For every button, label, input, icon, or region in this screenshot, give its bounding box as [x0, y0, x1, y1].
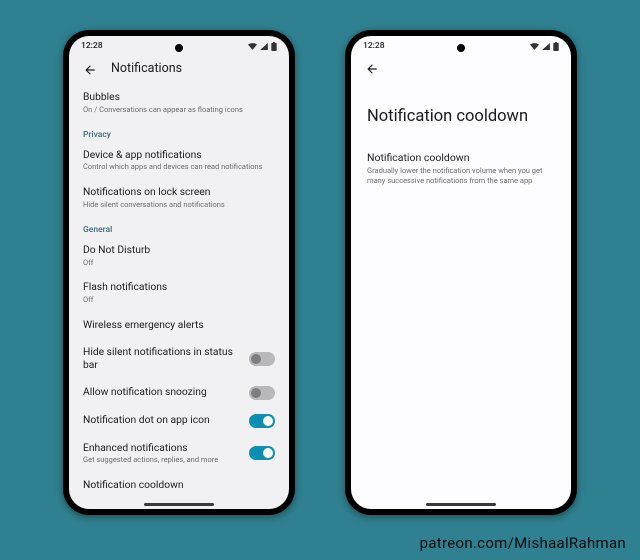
- setting-row[interactable]: Hide silent notifications in status bar: [83, 339, 275, 379]
- row-subtitle: Control which apps and devices can read …: [83, 162, 267, 172]
- setting-row[interactable]: Notification dot on app icon: [83, 407, 275, 435]
- setting-row[interactable]: Do Not DisturbOff: [83, 237, 275, 275]
- large-page-title: Notification cooldown: [351, 83, 571, 144]
- status-time: 12:28: [363, 41, 385, 51]
- toggle-switch[interactable]: [249, 352, 275, 366]
- setting-row-notification-cooldown[interactable]: Notification cooldown Gradually lower th…: [367, 144, 555, 193]
- row-subtitle: Gradually lower the notification volume …: [367, 166, 547, 186]
- back-icon[interactable]: [365, 61, 379, 75]
- row-title: Wireless emergency alerts: [83, 319, 267, 332]
- cell-icon: [542, 43, 550, 50]
- battery-icon: [553, 42, 559, 51]
- app-bar: Notifications: [69, 51, 289, 84]
- phone-right: 12:28 Notification cooldown Notification…: [345, 30, 577, 515]
- toggle-switch[interactable]: [249, 414, 275, 428]
- setting-row[interactable]: Notification cooldown: [83, 472, 275, 499]
- row-title: Allow notification snoozing: [83, 386, 241, 399]
- setting-row[interactable]: Allow notification snoozing: [83, 379, 275, 407]
- row-title: Enhanced notifications: [83, 442, 241, 455]
- row-subtitle: Hide silent conversations and notificati…: [83, 200, 267, 210]
- row-subtitle: Get suggested actions, replies, and more: [83, 455, 241, 465]
- setting-row[interactable]: BubblesOn / Conversations can appear as …: [83, 84, 275, 122]
- wifi-icon: [530, 43, 539, 50]
- setting-row[interactable]: Flash notificationsOff: [83, 274, 275, 312]
- row-title: Notification dot on app icon: [83, 414, 241, 427]
- row-title: Notification cooldown: [367, 151, 547, 164]
- row-subtitle: Off: [83, 258, 267, 268]
- row-title: Device & app notifications: [83, 149, 267, 162]
- row-title: Do Not Disturb: [83, 244, 267, 257]
- row-title: Notifications on lock screen: [83, 186, 267, 199]
- credit-text: patreon.com/MishaalRahman: [420, 534, 626, 552]
- row-title: Bubbles: [83, 91, 267, 104]
- setting-row[interactable]: Device & app notificationsControl which …: [83, 142, 275, 180]
- row-subtitle: Off: [83, 295, 267, 305]
- phone-left: 12:28 Notifications BubblesOn / Conversa…: [63, 30, 295, 515]
- wifi-icon: [248, 43, 257, 50]
- section-header: General: [83, 217, 275, 237]
- row-subtitle: On / Conversations can appear as floatin…: [83, 105, 267, 115]
- row-title: Notification cooldown: [83, 479, 267, 492]
- section-header: Privacy: [83, 122, 275, 142]
- settings-list[interactable]: BubblesOn / Conversations can appear as …: [69, 84, 289, 509]
- camera-cutout: [457, 44, 465, 52]
- app-bar: [351, 51, 571, 83]
- row-title: Hide silent notifications in status bar: [83, 346, 241, 372]
- battery-icon: [271, 42, 277, 51]
- nav-handle[interactable]: [426, 503, 496, 506]
- status-time: 12:28: [81, 41, 103, 51]
- toggle-switch[interactable]: [249, 386, 275, 400]
- back-icon[interactable]: [83, 62, 97, 76]
- toggle-switch[interactable]: [249, 446, 275, 460]
- cell-icon: [260, 43, 268, 50]
- setting-row[interactable]: Wireless emergency alerts: [83, 312, 275, 339]
- page-title: Notifications: [111, 61, 182, 76]
- setting-row[interactable]: Enhanced notificationsGet suggested acti…: [83, 435, 275, 473]
- nav-handle[interactable]: [144, 503, 214, 506]
- camera-cutout: [175, 44, 183, 52]
- row-title: Flash notifications: [83, 281, 267, 294]
- setting-row[interactable]: Notifications on lock screenHide silent …: [83, 179, 275, 217]
